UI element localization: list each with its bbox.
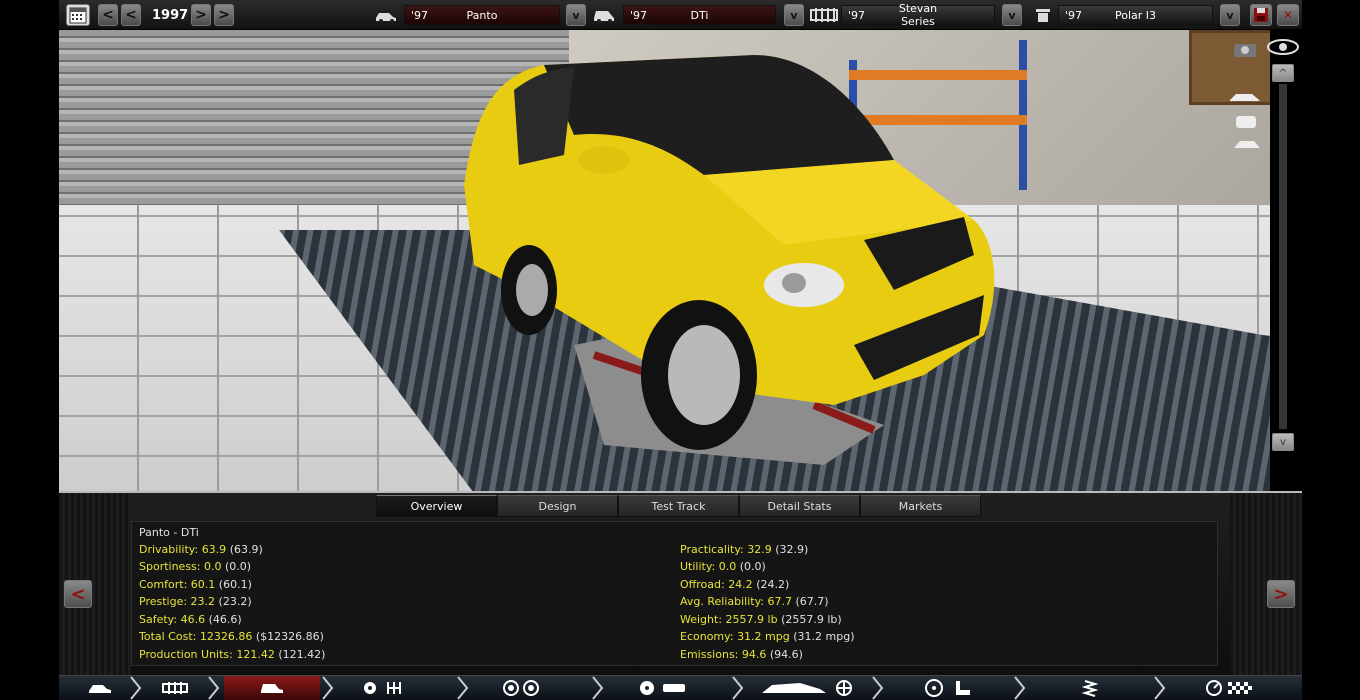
calendar-icon[interactable]: [66, 4, 90, 26]
prev-year-button[interactable]: <: [121, 4, 141, 26]
nav-separator: [208, 676, 220, 700]
stat-offroad: Offroad: 24.2 (24.2): [680, 578, 790, 591]
car-model-select[interactable]: '97 DTi: [623, 5, 776, 25]
stat-utility: Utility: 0.0 (0.0): [680, 560, 766, 573]
view-angle-icon[interactable]: [1230, 136, 1264, 154]
stat-safety: Safety: 46.6 (46.6): [139, 613, 242, 626]
stat-comfort: Comfort: 60.1 (60.1): [139, 578, 252, 591]
stats-box: [131, 521, 1218, 666]
next-fast-button[interactable]: >: [214, 4, 234, 26]
chassis-icon: [810, 6, 838, 24]
nav-separator: [457, 676, 469, 700]
next-year-button[interactable]: >: [191, 4, 211, 26]
stat-total-cost: Total Cost: 12326.86 ($12326.86): [139, 630, 324, 643]
eye-icon[interactable]: [1266, 38, 1300, 56]
car-family-name: Panto: [466, 8, 498, 22]
view-front-icon[interactable]: [1230, 112, 1264, 130]
chassis-name: Stevan Series: [898, 2, 938, 28]
nav-separator: [592, 676, 604, 700]
tab-design[interactable]: Design: [497, 495, 618, 517]
car-model-icon[interactable]: [224, 676, 320, 700]
close-button[interactable]: ✕: [1277, 4, 1299, 26]
nav-separator: [1154, 676, 1166, 700]
stat-drivability: Drivability: 63.9 (63.9): [139, 543, 263, 556]
nav-separator: [322, 676, 334, 700]
stat-sportiness: Sportiness: 0.0 (0.0): [139, 560, 252, 573]
car-model-name: DTi: [690, 8, 709, 22]
chassis-dropdown-button[interactable]: v: [1002, 4, 1022, 26]
car-family-icon: [374, 6, 398, 24]
camera-icon[interactable]: [1230, 40, 1264, 58]
tab-markets[interactable]: Markets: [860, 495, 981, 517]
car-family-select[interactable]: '97 Panto: [404, 5, 560, 25]
stat-avg-reliability: Avg. Reliability: 67.7 (67.7): [680, 595, 829, 608]
scroll-down-button[interactable]: v: [1272, 433, 1294, 451]
chassis-select[interactable]: '97 Stevan Series: [841, 2, 995, 28]
next-page-button[interactable]: >: [1267, 580, 1295, 608]
year-display: 1997: [152, 7, 189, 23]
stat-practicality: Practicality: 32.9 (32.9): [680, 543, 809, 556]
stats-title: Panto - DTi: [139, 526, 199, 539]
car-model-dropdown-button[interactable]: v: [784, 4, 804, 26]
engine-name: Polar I3: [1114, 8, 1157, 22]
wheels-icon[interactable]: [497, 676, 547, 700]
view-side-icon[interactable]: [1228, 88, 1262, 106]
engine-icon: [1031, 6, 1055, 24]
chassis-year: '97: [848, 8, 866, 22]
nav-separator: [732, 676, 744, 700]
tab-overview[interactable]: Overview: [376, 495, 497, 517]
save-icon[interactable]: [1250, 4, 1272, 26]
prev-fast-label: <: [102, 7, 114, 23]
nav-separator: [1014, 676, 1026, 700]
car-family-dropdown-button[interactable]: v: [566, 4, 586, 26]
stat-prestige: Prestige: 23.2 (23.2): [139, 595, 252, 608]
stat-production-units: Production Units: 121.42 (121.42): [139, 648, 326, 661]
stat-weight: Weight: 2557.9 lb (2557.9 lb): [680, 613, 842, 626]
steering-seat-icon[interactable]: [918, 676, 978, 700]
stat-emissions: Emissions: 94.6 (94.6): [680, 648, 803, 661]
car-model-year: '97: [630, 8, 648, 22]
car-family-year: '97: [411, 8, 429, 22]
tab-detail-stats[interactable]: Detail Stats: [739, 495, 860, 517]
car-3d-model: [464, 55, 995, 465]
testing-icon[interactable]: [1200, 676, 1260, 700]
prev-fast-button[interactable]: <: [98, 4, 118, 26]
nav-separator: [872, 676, 884, 700]
body-fans-icon[interactable]: [758, 676, 858, 700]
engine-gearbox-icon[interactable]: [355, 676, 411, 700]
car-viewport[interactable]: [59, 30, 1270, 491]
stat-economy: Economy: 31.2 mpg (31.2 mpg): [680, 630, 855, 643]
view-scrollbar[interactable]: [1279, 84, 1287, 429]
suspension-icon[interactable]: [1070, 676, 1110, 700]
engine-dropdown-button[interactable]: v: [1220, 4, 1240, 26]
engine-select[interactable]: '97 Polar I3: [1058, 5, 1213, 25]
chassis-icon[interactable]: [155, 676, 195, 700]
car-family-icon[interactable]: [80, 676, 120, 700]
engine-year: '97: [1065, 8, 1083, 22]
scroll-up-button[interactable]: ^: [1272, 64, 1294, 82]
panel-tabs: Overview Design Test Track Detail Stats …: [376, 495, 981, 517]
brakes-icon[interactable]: [633, 676, 693, 700]
car-model-icon: [592, 6, 616, 24]
prev-page-button[interactable]: <: [64, 580, 92, 608]
nav-separator: [130, 676, 142, 700]
tab-test-track[interactable]: Test Track: [618, 495, 739, 517]
next-fast-label: >: [218, 7, 230, 23]
